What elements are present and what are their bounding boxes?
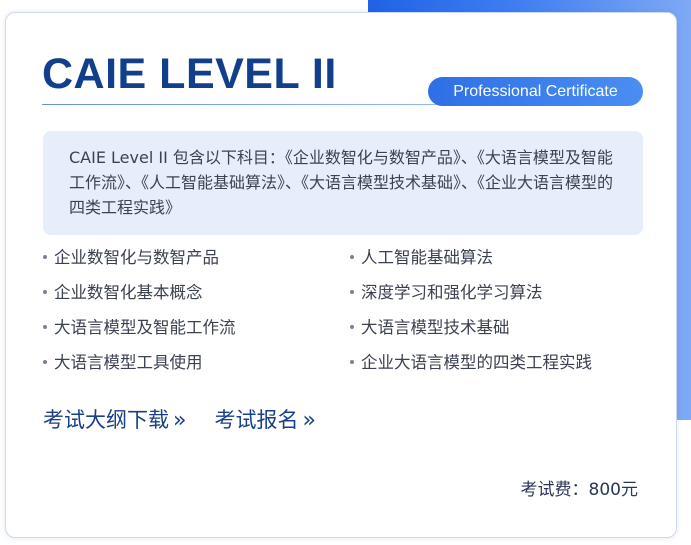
action-links: 考试大纲下载» 考试报名»	[43, 405, 316, 436]
bullet-icon	[350, 255, 354, 259]
subject-item: 大语言模型工具使用	[43, 351, 350, 374]
subjects-summary: CAIE Level II 包含以下科目：《企业数智化与数智产品》、《大语言模型…	[43, 131, 643, 235]
subject-item: 人工智能基础算法	[350, 246, 643, 269]
syllabus-download-label: 考试大纲下载	[43, 408, 169, 432]
subject-label: 深度学习和强化学习算法	[361, 283, 543, 302]
syllabus-download-link[interactable]: 考试大纲下载»	[43, 405, 186, 436]
subject-item: 大语言模型技术基础	[350, 316, 643, 339]
subject-item: 企业数智化基本概念	[43, 281, 350, 304]
exam-registration-label: 考试报名	[214, 408, 299, 432]
bullet-icon	[43, 290, 47, 294]
subject-label: 企业数智化与数智产品	[54, 248, 219, 267]
subject-label: 企业大语言模型的四类工程实践	[361, 353, 592, 372]
subject-item: 深度学习和强化学习算法	[350, 281, 643, 304]
bullet-icon	[43, 255, 47, 259]
bullet-icon	[43, 360, 47, 364]
bullet-icon	[350, 290, 354, 294]
double-chevron-right-icon: »	[302, 408, 316, 433]
subject-label: 大语言模型工具使用	[54, 353, 203, 372]
subject-item: 大语言模型及智能工作流	[43, 316, 350, 339]
subject-item: 企业数智化与数智产品	[43, 246, 350, 269]
subject-label: 大语言模型及智能工作流	[54, 318, 236, 337]
certificate-card: CAIE LEVEL II Professional Certificate C…	[5, 12, 677, 538]
professional-certificate-badge: Professional Certificate	[428, 77, 643, 106]
subject-label: 大语言模型技术基础	[361, 318, 510, 337]
subject-label: 人工智能基础算法	[361, 248, 493, 267]
exam-fee: 考试费：800元	[520, 480, 638, 500]
subject-item: 企业大语言模型的四类工程实践	[350, 351, 643, 374]
subject-label: 企业数智化基本概念	[54, 283, 203, 302]
bullet-icon	[350, 360, 354, 364]
bullet-icon	[43, 325, 47, 329]
double-chevron-right-icon: »	[173, 408, 187, 433]
card-title: CAIE LEVEL II	[42, 50, 337, 98]
subjects-summary-text: CAIE Level II 包含以下科目：《企业数智化与数智产品》、《大语言模型…	[69, 148, 614, 217]
bullet-icon	[350, 325, 354, 329]
exam-registration-link[interactable]: 考试报名»	[214, 405, 315, 436]
subject-list: 企业数智化与数智产品 人工智能基础算法 企业数智化基本概念 深度学习和强化学习算…	[43, 246, 643, 374]
